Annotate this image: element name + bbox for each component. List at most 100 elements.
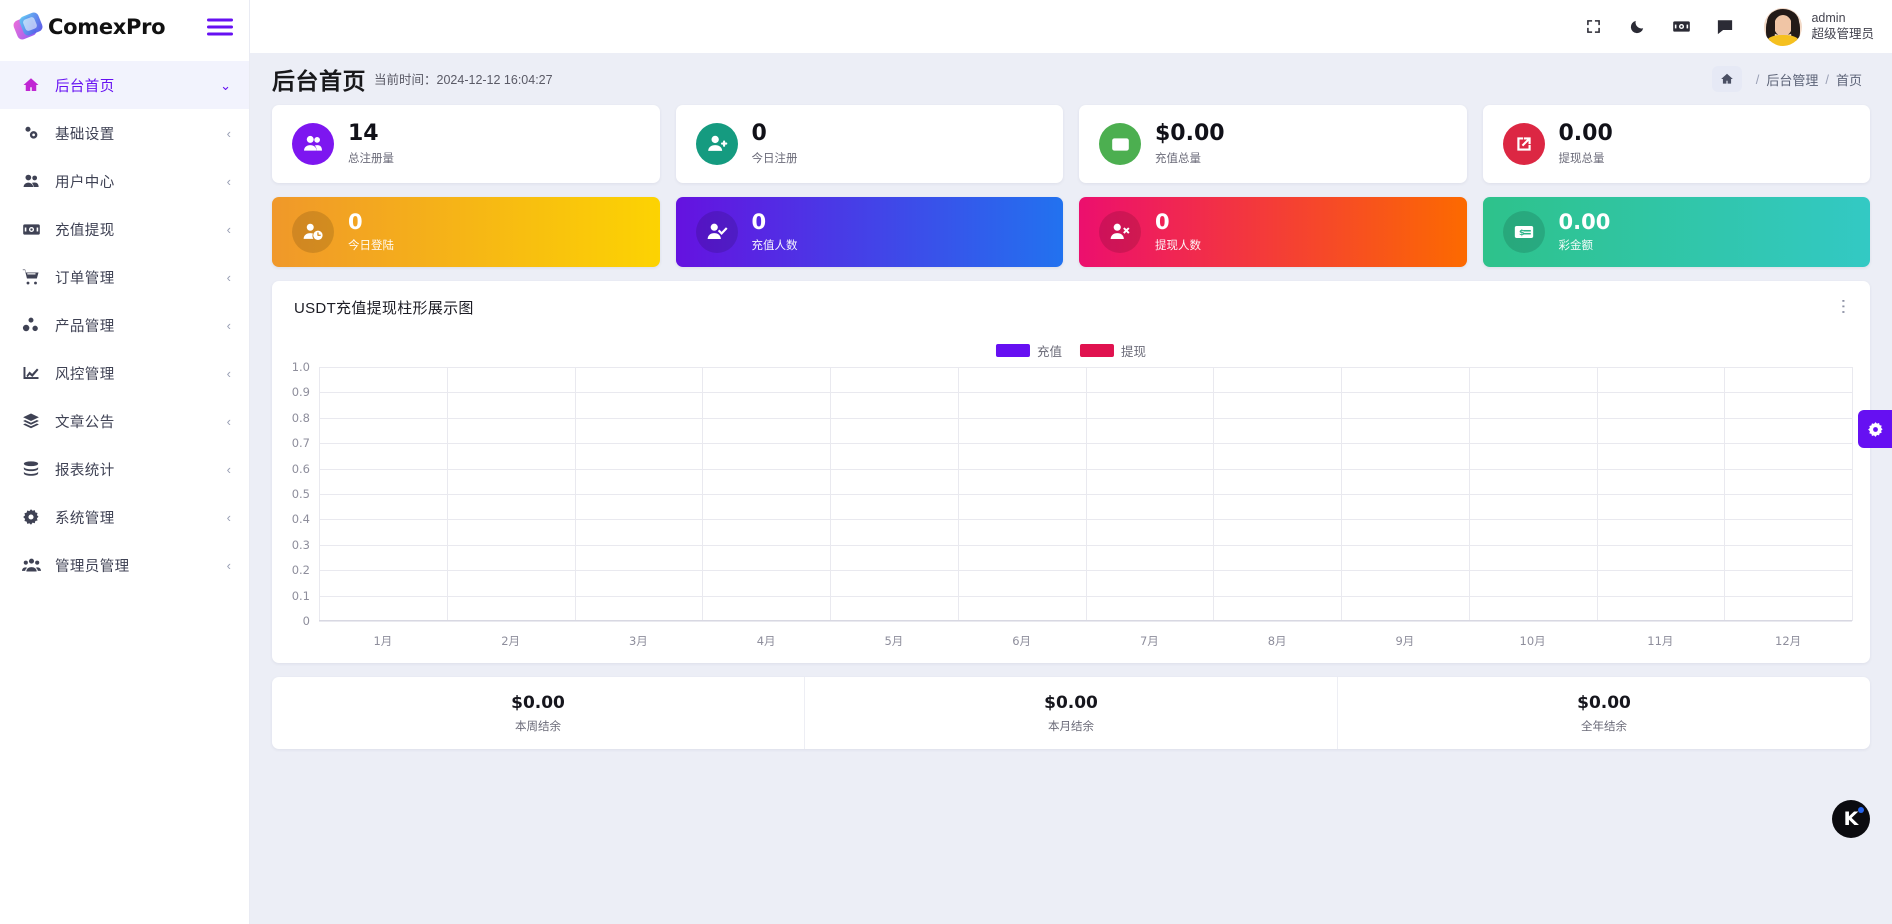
hamburger-menu-icon[interactable] (207, 14, 233, 39)
current-time-value: 2024-12-12 16:04:27 (437, 73, 553, 87)
sidebar-item-label: 风控管理 (55, 363, 227, 384)
gradient-card-bonus-amount[interactable]: $ 0.00 彩金额 (1483, 197, 1871, 267)
sidebar-item-recharge-withdraw[interactable]: 充值提现 ‹ (0, 205, 249, 253)
cash-icon[interactable] (1664, 10, 1698, 44)
kebab-menu-icon[interactable]: ⋯ (1835, 298, 1852, 316)
chat-icon[interactable] (1708, 10, 1742, 44)
chevron-left-icon: ‹ (227, 415, 231, 428)
sidebar-item-system-management[interactable]: 系统管理 ‹ (0, 493, 249, 541)
chart-area: 充值 提现 1.00.90.80.70.60.50.40.30.20.10 1月… (272, 333, 1870, 663)
chart-y-axis: 1.00.90.80.70.60.50.40.30.20.10 (276, 367, 316, 621)
sidebar-item-articles[interactable]: 文章公告 ‹ (0, 397, 249, 445)
users-icon (20, 170, 42, 192)
summary-label: 本月结余 (1048, 718, 1094, 734)
y-axis-tick: 0.9 (292, 385, 310, 399)
x-axis-tick: 7月 (1086, 633, 1214, 649)
home-icon (20, 74, 42, 96)
gradient-card-today-login[interactable]: 0 今日登陆 (272, 197, 660, 267)
summary-label: 全年结余 (1581, 718, 1627, 734)
breadcrumb-item-home[interactable]: 首页 (1836, 70, 1862, 89)
user-group-icon (20, 554, 42, 576)
settings-gear-button[interactable] (1858, 410, 1892, 448)
moon-icon[interactable] (1620, 10, 1654, 44)
chevron-left-icon: ‹ (227, 127, 231, 140)
sidebar-item-admin-management[interactable]: 管理员管理 ‹ (0, 541, 249, 589)
gradient-card-recharge-users[interactable]: 0 充值人数 (676, 197, 1064, 267)
home-icon[interactable] (1712, 66, 1742, 92)
legend-label: 充值 (1037, 341, 1062, 360)
svg-text:$: $ (1519, 227, 1525, 237)
legend-swatch-withdraw (1080, 344, 1114, 357)
stat-card-total-recharge[interactable]: $0.00 充值总量 (1079, 105, 1467, 183)
vertical-gridline (575, 367, 576, 621)
chevron-left-icon: ‹ (227, 175, 231, 188)
y-axis-tick: 0.3 (292, 538, 310, 552)
gradient-card-withdraw-users[interactable]: 0 提现人数 (1079, 197, 1467, 267)
current-time: 当前时间：2024-12-12 16:04:27 (374, 69, 553, 89)
stat-label: 充值总量 (1155, 150, 1225, 166)
sidebar: ComexPro 后台首页 ⌄ 基础设置 ‹ 用户中心 ‹ (0, 0, 250, 924)
money-icon (20, 218, 42, 240)
y-axis-tick: 0.5 (292, 487, 310, 501)
user-profile[interactable]: admin 超级管理员 (1764, 8, 1874, 46)
page-header: 后台首页 当前时间：2024-12-12 16:04:27 / 后台管理 / 首… (250, 53, 1892, 105)
support-badge-label: K (1844, 808, 1859, 830)
sidebar-item-product-management[interactable]: 产品管理 ‹ (0, 301, 249, 349)
stat-card-total-withdraw[interactable]: 0.00 提现总量 (1483, 105, 1871, 183)
sidebar-item-label: 充值提现 (55, 219, 227, 240)
cog-icon (20, 506, 42, 528)
stat-card-total-registrations[interactable]: 14 总注册量 (272, 105, 660, 183)
sidebar-menu: 后台首页 ⌄ 基础设置 ‹ 用户中心 ‹ 充值提现 ‹ (0, 53, 249, 589)
sidebar-item-risk-control[interactable]: 风控管理 ‹ (0, 349, 249, 397)
y-axis-tick: 0.6 (292, 462, 310, 476)
chart-x-axis-labels: 1月2月3月4月5月6月7月8月9月10月11月12月 (319, 633, 1852, 649)
y-axis-tick: 0 (303, 614, 310, 628)
sidebar-item-dashboard[interactable]: 后台首页 ⌄ (0, 61, 249, 109)
summary-value: $0.00 (511, 693, 565, 713)
legend-item-recharge[interactable]: 充值 (996, 341, 1062, 360)
chevron-left-icon: ‹ (227, 319, 231, 332)
cart-icon (20, 266, 42, 288)
cubes-icon (20, 314, 42, 336)
legend-swatch-recharge (996, 344, 1030, 357)
x-axis-tick: 12月 (1724, 633, 1852, 649)
chart-line-icon (20, 362, 42, 384)
chart-panel-header: USDT充值提现柱形展示图 ⋯ (272, 281, 1870, 333)
vertical-gridline (1341, 367, 1342, 621)
support-chat-button[interactable]: K (1832, 800, 1870, 838)
sidebar-item-label: 系统管理 (55, 507, 227, 528)
vertical-gridline (830, 367, 831, 621)
legend-item-withdraw[interactable]: 提现 (1080, 341, 1146, 360)
chevron-left-icon: ‹ (227, 559, 231, 572)
sidebar-item-reports[interactable]: 报表统计 ‹ (0, 445, 249, 493)
sidebar-item-order-management[interactable]: 订单管理 ‹ (0, 253, 249, 301)
sidebar-item-user-center[interactable]: 用户中心 ‹ (0, 157, 249, 205)
chart-plot: 1.00.90.80.70.60.50.40.30.20.10 1月2月3月4月… (319, 367, 1852, 621)
stat-card-today-registrations[interactable]: 0 今日注册 (676, 105, 1064, 183)
breadcrumb-item-admin[interactable]: 后台管理 (1766, 70, 1818, 89)
y-axis-tick: 0.7 (292, 436, 310, 450)
chevron-left-icon: ‹ (227, 511, 231, 524)
sidebar-item-label: 文章公告 (55, 411, 227, 432)
sidebar-item-basic-settings[interactable]: 基础设置 ‹ (0, 109, 249, 157)
summary-row: $0.00 本周结余 $0.00 本月结余 $0.00 全年结余 (272, 677, 1870, 749)
chart-panel: USDT充值提现柱形展示图 ⋯ 充值 提现 1.00.90.80.70.60.5… (272, 281, 1870, 663)
stat-label: 提现总量 (1559, 150, 1613, 166)
sidebar-item-label: 基础设置 (55, 123, 227, 144)
stat-value: $0.00 (1155, 122, 1225, 146)
vertical-gridline (1469, 367, 1470, 621)
y-axis-tick: 0.1 (292, 589, 310, 603)
main-content: 后台首页 当前时间：2024-12-12 16:04:27 / 后台管理 / 首… (250, 53, 1892, 924)
fullscreen-icon[interactable] (1576, 10, 1610, 44)
user-role: 超级管理员 (1811, 27, 1874, 43)
gradient-value: 0 (1155, 211, 1201, 234)
chevron-left-icon: ‹ (227, 463, 231, 476)
x-axis-tick: 11月 (1597, 633, 1725, 649)
user-plus-icon (696, 123, 738, 165)
current-time-label: 当前时间： (374, 73, 437, 87)
topbar: admin 超级管理员 (250, 0, 1892, 53)
brand-name: ComexPro (48, 15, 165, 39)
chart-x-axis-line (319, 620, 1852, 621)
money-check-icon: $ (1503, 211, 1545, 253)
stat-label: 总注册量 (348, 150, 394, 166)
